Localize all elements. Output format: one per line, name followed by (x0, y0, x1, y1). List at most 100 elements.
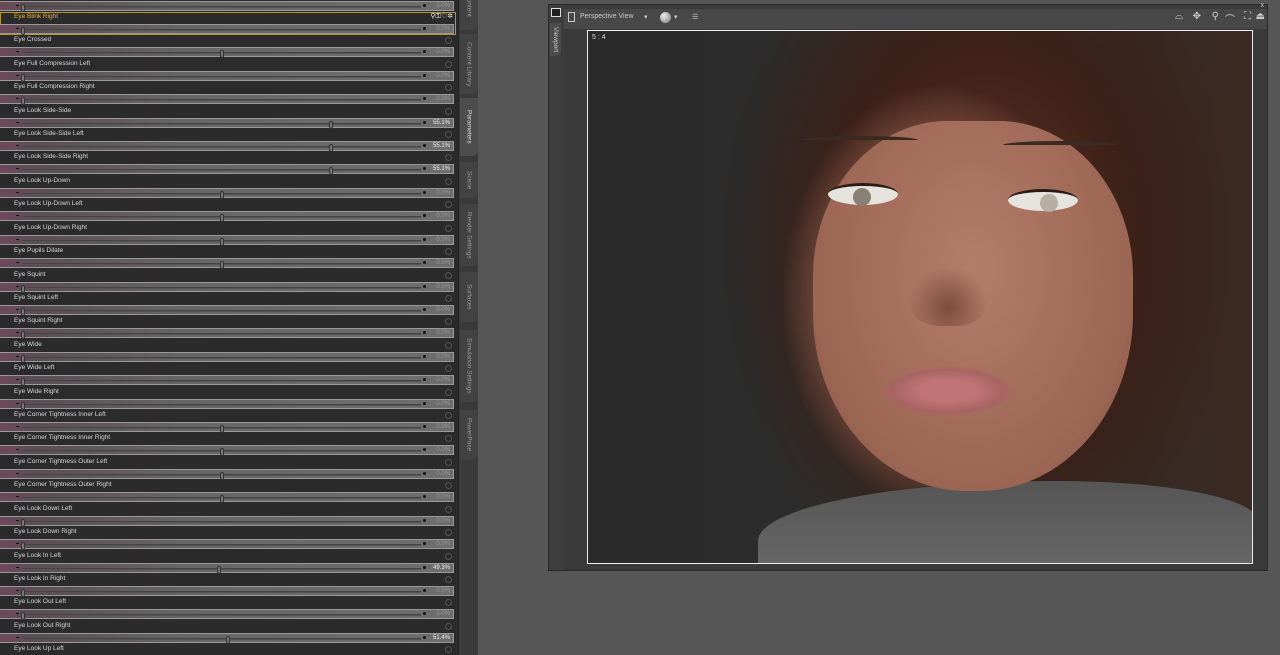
slider-thumb[interactable] (21, 354, 25, 363)
increment-icon[interactable] (423, 448, 426, 452)
parameter-value[interactable]: 49.3% (433, 565, 450, 571)
slider-track[interactable] (23, 495, 421, 504)
slider-thumb[interactable] (21, 401, 25, 410)
slider-eye-crossed[interactable]: 0.0% (0, 47, 454, 59)
parameter-row[interactable]: Eye Wide 0.0% (0, 340, 456, 363)
increment-icon[interactable] (423, 378, 426, 382)
slider-track[interactable] (23, 144, 421, 153)
slider-track[interactable] (23, 471, 421, 480)
slider-eye-look-side-side-right[interactable]: 55.1% (0, 164, 454, 176)
decrement-icon[interactable] (16, 519, 19, 521)
chevron-down-icon[interactable]: ▾ (674, 13, 678, 21)
tab-content-library[interactable]: Content Library (460, 34, 478, 94)
gear-icon[interactable] (445, 107, 452, 115)
decrement-icon[interactable] (16, 426, 19, 428)
decrement-icon[interactable] (16, 636, 19, 638)
parameter-row[interactable]: Eye Full Compression Left 0.0% (0, 59, 456, 82)
zoom-icon[interactable]: ⚲ (1212, 11, 1219, 22)
slider-thumb[interactable] (21, 589, 25, 597)
decrement-icon[interactable] (16, 121, 19, 123)
parameter-row[interactable]: Eye Squint Right 0.0% (0, 316, 456, 340)
slider-track[interactable] (21, 307, 421, 316)
parameter-row[interactable]: Eye Look In Left 49.3% (0, 551, 456, 574)
parameter-value[interactable]: 0.0% (436, 213, 450, 219)
decrement-icon[interactable] (16, 74, 19, 76)
slider-eye-look-up-down-left[interactable]: 0.0% (0, 211, 454, 223)
gear-icon[interactable] (445, 60, 452, 68)
tab-content[interactable]: Content (460, 0, 478, 30)
gear-icon[interactable] (445, 458, 452, 466)
increment-icon[interactable] (423, 237, 426, 241)
slider-track[interactable] (21, 331, 421, 340)
slider-track[interactable] (21, 354, 421, 363)
frame-icon[interactable]: ⛶ (1244, 11, 1251, 22)
tab-scene[interactable]: Scene (460, 162, 478, 198)
orbit-icon[interactable]: ⌓ (1175, 11, 1183, 22)
increment-icon[interactable] (423, 167, 426, 171)
gear-icon[interactable] (445, 365, 452, 373)
decrement-icon[interactable] (16, 472, 19, 474)
decrement-icon[interactable] (16, 449, 19, 451)
slider-thumb[interactable] (220, 50, 224, 59)
parameter-value[interactable]: 51.4% (433, 635, 450, 641)
parameter-value[interactable]: 0.0% (436, 307, 450, 313)
parameter-row[interactable]: Eye Look Up-Down Right 0.0% (0, 223, 456, 246)
slider-thumb[interactable] (220, 425, 224, 434)
gear-icon[interactable] (445, 318, 452, 326)
gear-icon[interactable] (445, 37, 452, 45)
increment-icon[interactable] (423, 589, 426, 592)
parameter-row[interactable]: Eye Look Down Right 0.0% (0, 527, 456, 551)
slider-thumb[interactable] (21, 97, 25, 106)
increment-icon[interactable] (423, 331, 426, 335)
tab-powerpose[interactable]: PowerPose (460, 410, 478, 460)
slider-eye-squint[interactable]: 0.0% (0, 281, 454, 293)
parameter-value[interactable]: 0.0% (436, 190, 450, 196)
increment-icon[interactable] (423, 26, 426, 30)
decrement-icon[interactable] (16, 566, 19, 568)
tab-parameters[interactable]: Parameters (460, 98, 478, 156)
slider-track[interactable] (21, 612, 421, 621)
increment-icon[interactable] (423, 97, 426, 101)
slider-track[interactable] (23, 261, 421, 270)
slider-eye-look-side-side-left[interactable]: 55.1% (0, 141, 454, 153)
slider-track[interactable] (23, 237, 421, 246)
gear-icon[interactable] (445, 201, 452, 209)
slider-thumb[interactable] (21, 73, 25, 82)
parameter-row[interactable]: Eye Wide Left 0.0% (0, 363, 456, 387)
slider-thumb[interactable] (329, 120, 334, 129)
gear-icon[interactable] (445, 599, 452, 607)
slider-thumb[interactable] (21, 612, 25, 621)
increment-icon[interactable] (423, 284, 426, 288)
gear-icon[interactable] (445, 177, 452, 185)
decrement-icon[interactable] (16, 51, 19, 53)
decrement-icon[interactable] (16, 238, 19, 240)
decrement-icon[interactable] (16, 308, 19, 310)
decrement-icon[interactable] (16, 379, 19, 381)
parameter-value[interactable]: 55.1% (433, 120, 450, 126)
parameter-value[interactable]: 0.0% (436, 424, 450, 430)
gear-icon[interactable] (445, 529, 452, 537)
options-icon[interactable]: ☰ (692, 13, 698, 21)
slider-eye-look-in-left[interactable]: 49.3% (0, 562, 454, 574)
slider-track[interactable] (23, 214, 421, 223)
parameter-row[interactable]: Eye Look Up-Down 0.0% (0, 176, 456, 199)
increment-icon[interactable] (423, 542, 426, 546)
parameter-value[interactable]: 0.0% (436, 73, 450, 79)
increment-icon[interactable] (423, 50, 426, 54)
gear-icon[interactable] (445, 84, 452, 92)
slider-thumb[interactable] (329, 167, 334, 176)
tab-surfaces[interactable]: Surfaces (460, 272, 478, 322)
slider-track[interactable] (21, 401, 421, 410)
rotate-icon[interactable]: ⌒ (1225, 11, 1235, 26)
slider-eye-look-down-left[interactable]: 0.0% (0, 515, 454, 527)
parameter-value[interactable]: 0.0% (436, 26, 450, 32)
decrement-icon[interactable] (16, 496, 19, 498)
gear-icon[interactable] (445, 224, 452, 232)
parameter-row[interactable]: Eye Look Side-Side Left 55.1% (0, 129, 456, 153)
parameter-row[interactable]: Eye Look Up Left (0, 644, 456, 655)
parameter-value[interactable]: 0.0% (436, 494, 450, 500)
slider-track[interactable] (21, 3, 421, 12)
decrement-icon[interactable] (16, 168, 19, 170)
increment-icon[interactable] (423, 261, 426, 265)
parameter-value[interactable]: 0.0% (436, 284, 450, 290)
